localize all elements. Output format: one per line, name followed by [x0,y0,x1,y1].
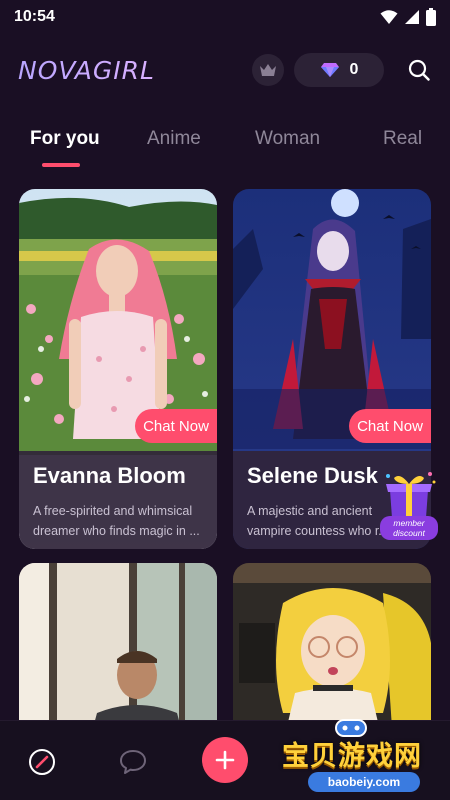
status-icons [380,8,436,26]
create-button[interactable] [202,737,248,783]
site-watermark: 宝贝游戏网 baobeiy.com [282,716,442,798]
promo-line-1: member [393,518,425,528]
status-time: 10:54 [14,8,55,25]
search-button[interactable] [406,57,432,83]
crown-icon [260,64,276,76]
app-header: NOVAGIRL 0 [0,44,450,96]
promo-label: member discount [380,516,438,540]
chat-bubble-icon [120,750,146,774]
tab-real[interactable]: Real [383,128,422,150]
character-photo [19,563,217,743]
plus-icon [215,750,235,770]
watermark-url: baobeiy.com [308,772,420,792]
tab-anime[interactable]: Anime [147,128,201,150]
promo-line-2: discount [393,528,425,538]
character-card[interactable]: Chat Now Evanna Bloom A free-spirited an… [19,189,217,549]
chat-now-button[interactable]: Chat Now [349,409,431,443]
chat-now-button[interactable]: Chat Now [135,409,217,443]
nav-chats[interactable] [118,747,148,777]
category-tabs: For you Anime Woman Real [0,118,450,168]
gem-icon [320,63,339,77]
signal-icon [405,10,419,24]
compass-icon [29,749,55,775]
watermark-title: 宝贝游戏网 [282,741,422,771]
member-discount-promo[interactable]: member discount [380,468,438,544]
active-tab-indicator [42,163,80,167]
card-info: Evanna Bloom A free-spirited and whimsic… [19,451,217,549]
gem-balance-button[interactable]: 0 [294,53,384,87]
gem-count: 0 [349,61,359,78]
search-icon [408,59,430,81]
tab-woman[interactable]: Woman [255,128,320,150]
status-bar: 10:54 [0,0,450,34]
tab-for-you[interactable]: For you [30,128,100,150]
app-logo: NOVAGIRL [18,56,252,85]
vip-button[interactable] [252,54,284,86]
wifi-icon [380,10,398,24]
nav-discover[interactable] [27,747,57,777]
gift-box-icon [386,472,436,518]
battery-icon [426,8,436,26]
character-description: A free-spirited and whimsical dreamer wh… [33,504,200,538]
character-card[interactable] [19,563,217,743]
character-name: Evanna Bloom [33,463,186,488]
